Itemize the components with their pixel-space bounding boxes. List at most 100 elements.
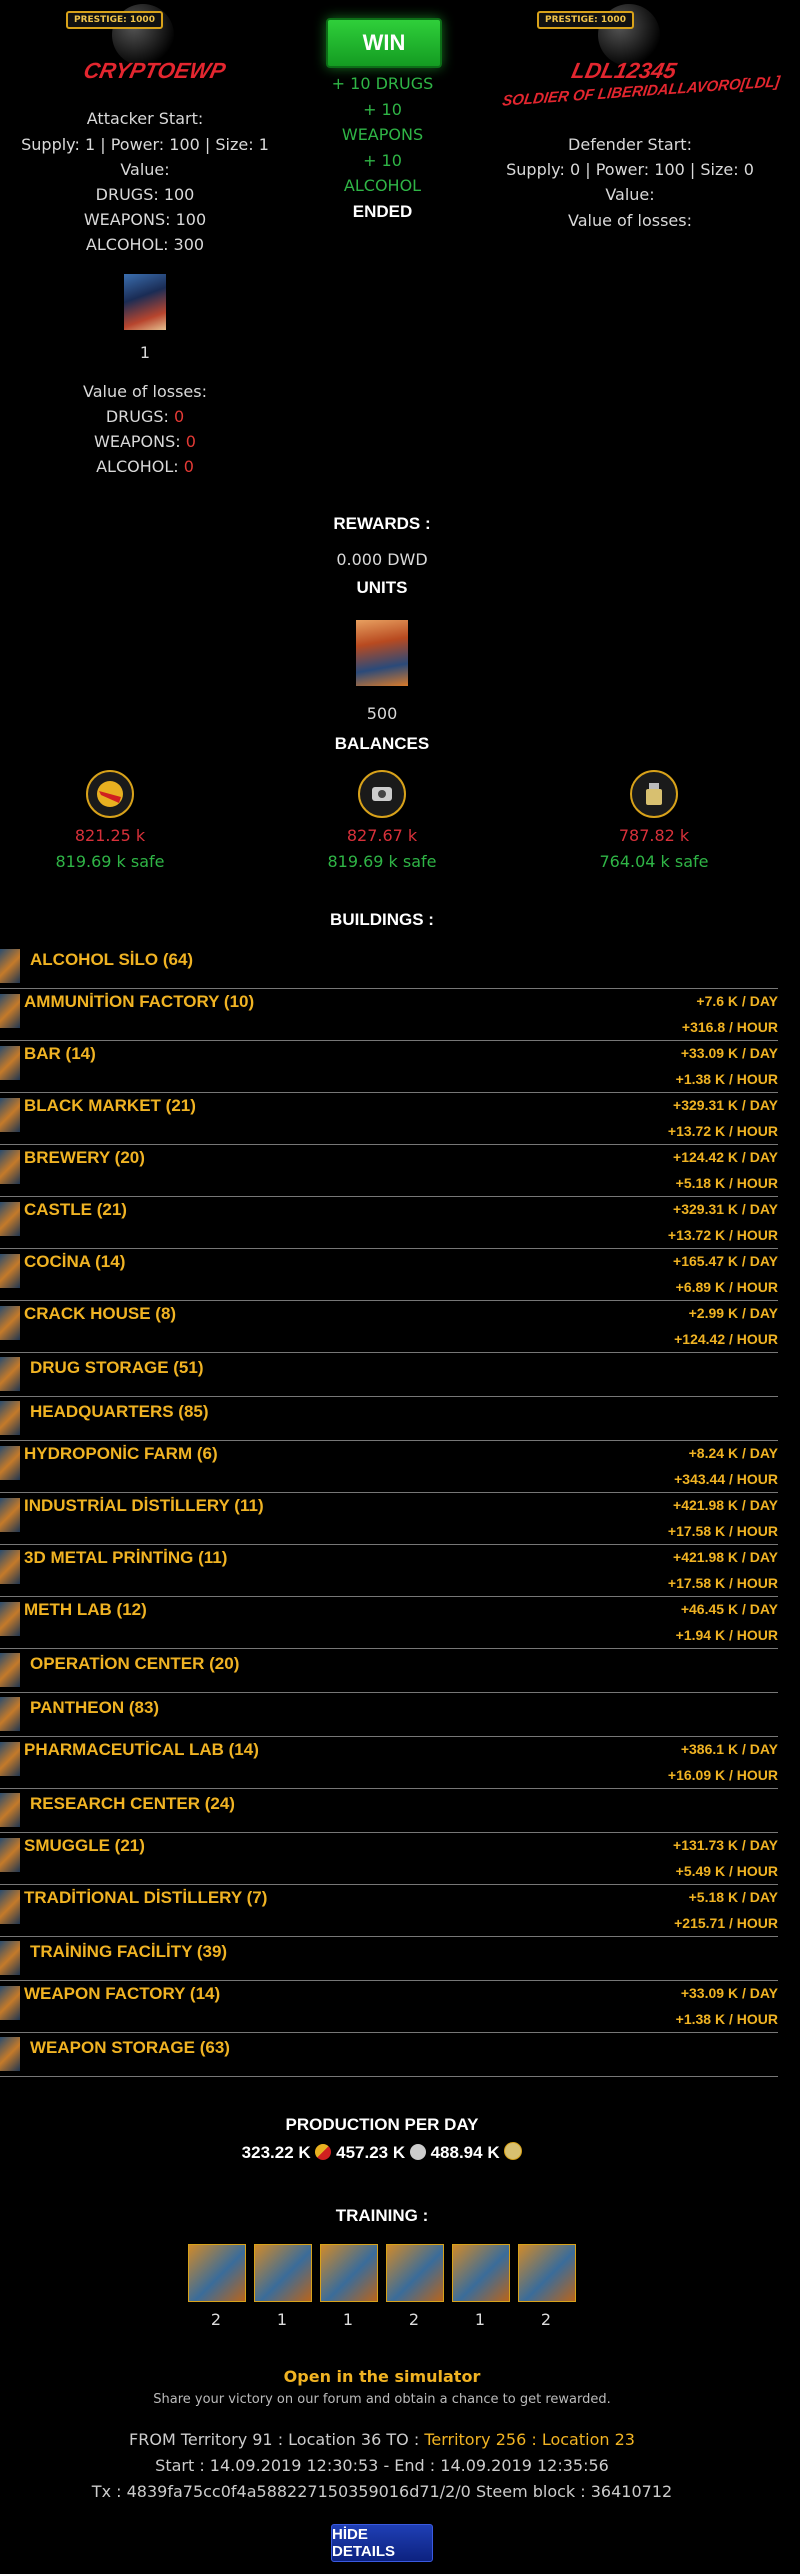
- building-row[interactable]: SMUGGLE (21) +131.73 K / DAY +5.49 K / HOU…: [0, 1832, 778, 1885]
- attacker-name[interactable]: CRYPTOEWP: [81, 58, 227, 84]
- building-name: TRAİNİNG FACİLİTY (39): [30, 1942, 228, 1961]
- share-text: Share your victory on our forum and obta…: [153, 2392, 611, 2407]
- attacker-prestige-badge: PRESTIGE: 1000: [66, 11, 163, 29]
- attacker-weapons: WEAPONS: 100: [83, 210, 207, 229]
- target-territory-link[interactable]: Territory 256 : Location 23: [424, 2430, 635, 2449]
- building-row[interactable]: HEADQUARTERS (85): [0, 1396, 778, 1441]
- building-production: +165.47 K / DAY +6.89 K / HOUR: [673, 1248, 778, 1300]
- building-icon: [0, 1306, 20, 1340]
- attacker-losses-label: Value of losses:: [82, 382, 207, 401]
- attacker-value-label: Value:: [120, 160, 170, 179]
- building-production: +421.98 K / DAY +17.58 K / HOUR: [668, 1544, 778, 1596]
- attacker-alcohol: ALCOHOL: 300: [85, 235, 205, 254]
- weapons-icon: [409, 2144, 426, 2160]
- building-production-day: +8.24 K / DAY: [688, 1445, 778, 1461]
- building-production: +7.6 K / DAY +316.8 / HOUR: [682, 988, 778, 1040]
- buildings-title: BUILDINGS :: [330, 910, 434, 929]
- win-badge: WIN: [326, 18, 442, 68]
- building-production: +33.09 K / DAY +1.38 K / HOUR: [676, 1040, 778, 1092]
- building-icon: [0, 1602, 20, 1636]
- building-name: PANTHEON (83): [30, 1698, 160, 1717]
- building-production-hour: +13.72 K / HOUR: [667, 1227, 778, 1243]
- building-name: ALCOHOL SİLO (64): [30, 950, 194, 969]
- building-name: HYDROPONİC FARM (6): [24, 1444, 218, 1463]
- production-alcohol: 488.94 K: [430, 2143, 500, 2162]
- building-name: WEAPON FACTORY (14): [24, 1984, 221, 2003]
- building-row[interactable]: TRADİTİONAL DİSTİLLERY (7) +5.18 K / DAY +…: [0, 1884, 778, 1937]
- simulator-link[interactable]: Open in the simulator: [0, 2367, 764, 2386]
- building-row[interactable]: PHARMACEUTİCAL LAB (14) +386.1 K / DAY +16…: [0, 1736, 778, 1789]
- building-row[interactable]: CRACK HOUSE (8) +2.99 K / DAY +124.42 / HO…: [0, 1300, 778, 1353]
- balance-weapons: 827.67 k 819.69 k safe: [312, 770, 452, 880]
- balances-title: BALANCES: [334, 734, 430, 753]
- battle-result: WIN + 10 DRUGS + 10 WEAPONS + 10 ALCOHOL…: [300, 0, 465, 230]
- building-production-day: +33.09 K / DAY: [680, 1985, 778, 2001]
- training-unit-image: [320, 2244, 378, 2302]
- building-row[interactable]: HYDROPONİC FARM (6) +8.24 K / DAY +343.44 …: [0, 1440, 778, 1493]
- defender-name[interactable]: LDL12345: [569, 58, 678, 84]
- building-row[interactable]: BLACK MARKET (21) +329.31 K / DAY +13.72 K…: [0, 1092, 778, 1145]
- training-unit-count: 2: [408, 2310, 420, 2329]
- attacker-unit-image: [124, 274, 166, 330]
- building-production: +2.99 K / DAY +124.42 / HOUR: [674, 1300, 778, 1352]
- building-icon: [0, 2037, 20, 2071]
- building-production-day: +33.09 K / DAY: [680, 1045, 778, 1061]
- building-row[interactable]: OPERATİON CENTER (20): [0, 1648, 778, 1693]
- defender-losses-label: Value of losses:: [567, 211, 692, 230]
- result-line-5: ALCOHOL: [343, 176, 422, 195]
- building-row[interactable]: ALCOHOL SİLO (64): [0, 944, 778, 989]
- balance-weapons-value: 827.67 k: [346, 826, 418, 845]
- building-row[interactable]: CASTLE (21) +329.31 K / DAY +13.72 K / HOU…: [0, 1196, 778, 1249]
- building-row[interactable]: BREWERY (20) +124.42 K / DAY +5.18 K / HOU…: [0, 1144, 778, 1197]
- building-production-hour: +5.49 K / HOUR: [675, 1863, 778, 1879]
- building-row[interactable]: RESEARCH CENTER (24): [0, 1788, 778, 1833]
- result-line-3: WEAPONS: [341, 125, 424, 144]
- building-row[interactable]: METH LAB (12) +46.45 K / DAY +1.94 K / HOU…: [0, 1596, 778, 1649]
- balance-drugs-value: 821.25 k: [74, 826, 146, 845]
- hide-details-button[interactable]: HİDE DETAILS: [331, 2524, 433, 2562]
- building-icon: [0, 1890, 20, 1924]
- building-icon: [0, 1357, 20, 1391]
- building-row[interactable]: COCİNA (14) +165.47 K / DAY +6.89 K / HOUR: [0, 1248, 778, 1301]
- building-name: RESEARCH CENTER (24): [30, 1794, 235, 1813]
- defender-value-label: Value:: [605, 185, 655, 204]
- building-production-hour: +1.38 K / HOUR: [675, 1071, 778, 1087]
- building-name: 3D METAL PRİNTİNG (11): [24, 1548, 228, 1567]
- building-icon: [0, 1742, 20, 1776]
- training-unit-count: 1: [276, 2310, 288, 2329]
- rewards-title: REWARDS :: [333, 514, 431, 533]
- balance-alcohol-safe: 764.04 k safe: [599, 852, 709, 871]
- building-name: BLACK MARKET (21): [24, 1096, 196, 1115]
- building-production-day: +124.42 K / DAY: [673, 1149, 778, 1165]
- building-row[interactable]: AMMUNİTİON FACTORY (10) +7.6 K / DAY +316.…: [0, 988, 778, 1041]
- building-row[interactable]: DRUG STORAGE (51): [0, 1352, 778, 1397]
- drugs-icon: [86, 770, 134, 818]
- building-production: +329.31 K / DAY +13.72 K / HOUR: [668, 1092, 778, 1144]
- building-production-hour: +16.09 K / HOUR: [667, 1767, 778, 1783]
- building-row[interactable]: WEAPON STORAGE (63): [0, 2032, 778, 2077]
- building-row[interactable]: INDUSTRİAL DİSTİLLERY (11) +421.98 K / DA…: [0, 1492, 778, 1545]
- building-production-hour: +13.72 K / HOUR: [667, 1123, 778, 1139]
- building-icon: [0, 1446, 20, 1480]
- attacker-start-label: Attacker Start:: [86, 109, 204, 128]
- building-row[interactable]: PANTHEON (83): [0, 1692, 778, 1737]
- building-icon: [0, 994, 20, 1028]
- training-unit-image: [452, 2244, 510, 2302]
- production-values: 323.22 K 457.23 K 488.94 K: [0, 2142, 764, 2163]
- building-row[interactable]: BAR (14) +33.09 K / DAY +1.38 K / HOUR: [0, 1040, 778, 1093]
- building-icon: [0, 1838, 20, 1872]
- defender-stats: Supply: 0 | Power: 100 | Size: 0: [506, 160, 754, 179]
- building-name: CRACK HOUSE (8): [24, 1304, 177, 1323]
- building-row[interactable]: 3D METAL PRİNTİNG (11) +421.98 K / DAY +17…: [0, 1544, 778, 1597]
- building-name: SMUGGLE (21): [24, 1836, 145, 1855]
- training-unit-count: 2: [210, 2310, 222, 2329]
- building-production-hour: +5.18 K / HOUR: [675, 1175, 778, 1191]
- building-production-day: +329.31 K / DAY: [673, 1201, 778, 1217]
- building-row[interactable]: WEAPON FACTORY (14) +33.09 K / DAY +1.38 K…: [0, 1980, 778, 2033]
- attacker-panel: PRESTIGE: 1000 CRYPTOEWP Attacker Start:…: [0, 0, 290, 480]
- result-line-4: + 10: [363, 151, 402, 170]
- building-icon: [0, 1498, 20, 1532]
- building-row[interactable]: TRAİNİNG FACİLİTY (39): [0, 1936, 778, 1981]
- building-icon: [0, 1150, 20, 1184]
- building-name: OPERATİON CENTER (20): [30, 1654, 240, 1673]
